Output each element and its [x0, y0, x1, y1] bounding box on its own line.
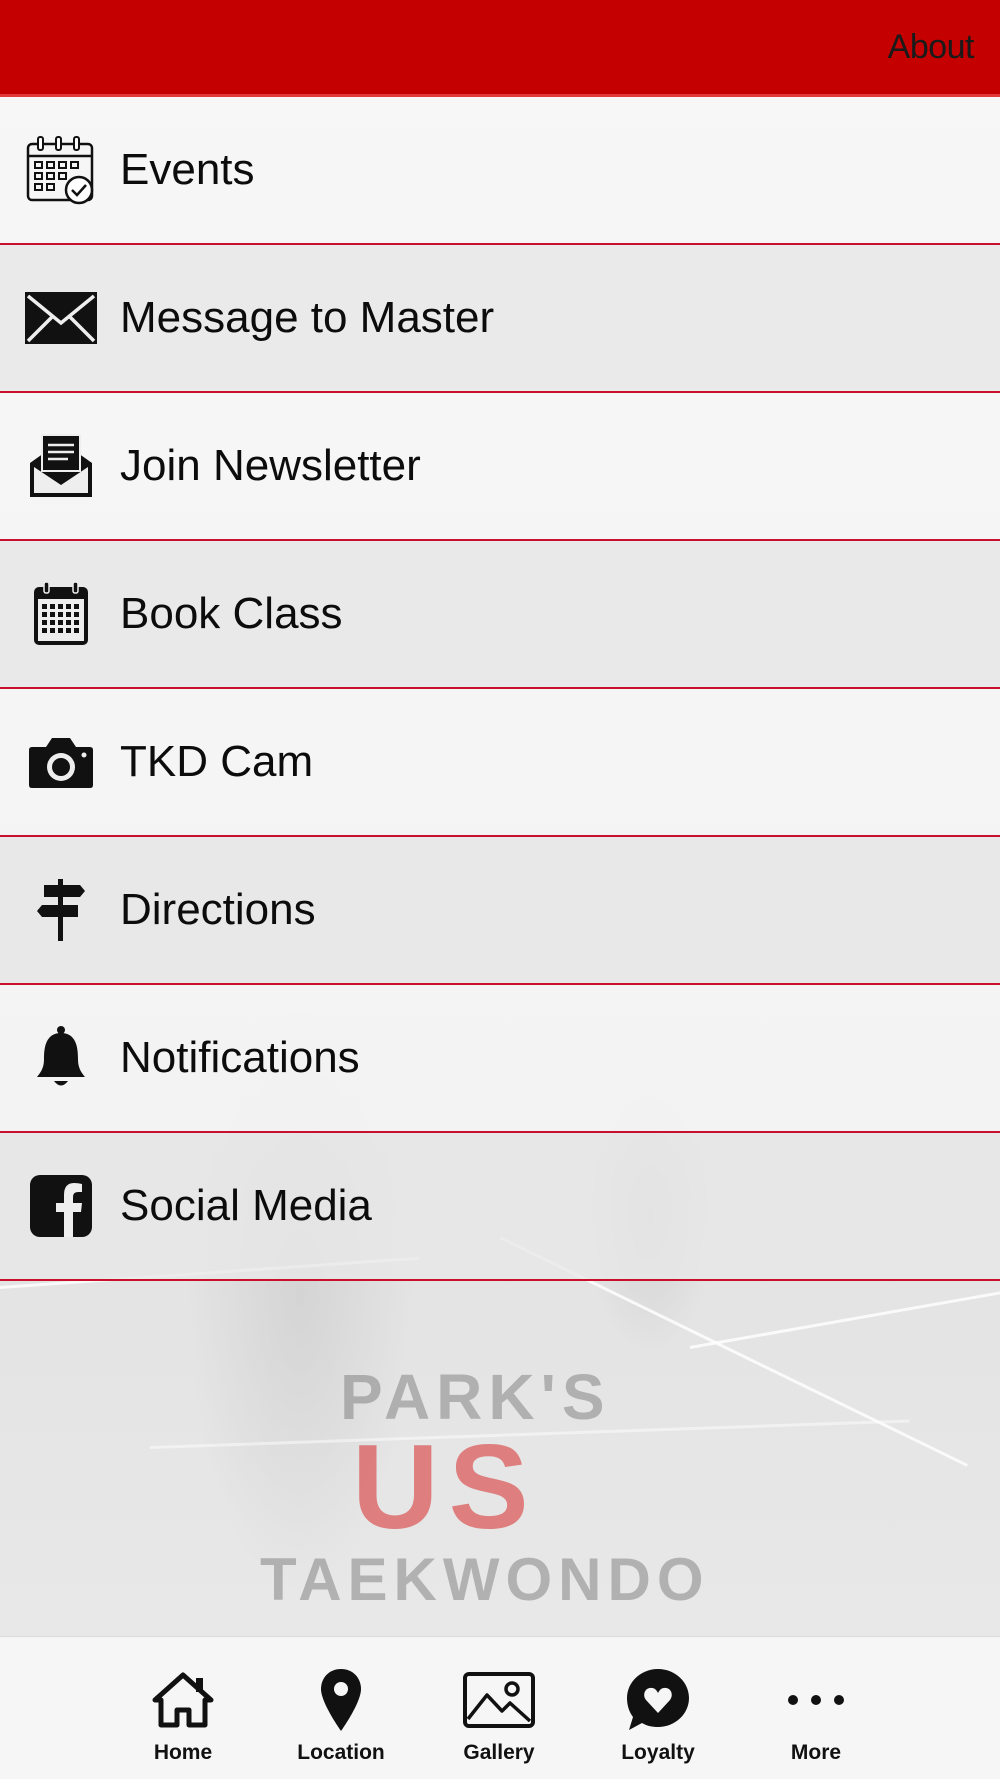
menu-item-directions[interactable]: Directions: [0, 837, 1000, 985]
top-bar: About: [0, 0, 1000, 97]
tab-loyalty[interactable]: Loyalty: [588, 1667, 728, 1765]
menu-item-notifications[interactable]: Notifications: [0, 985, 1000, 1133]
bottom-tab-bar: Home Location Gallery Loyalty More: [0, 1636, 1000, 1779]
tab-location[interactable]: Location: [271, 1667, 411, 1765]
tab-label: Loyalty: [621, 1741, 695, 1764]
tab-home[interactable]: Home: [113, 1667, 253, 1765]
signpost-icon: [24, 873, 98, 947]
tab-gallery[interactable]: Gallery: [429, 1667, 569, 1765]
menu-item-label: TKD Cam: [120, 737, 314, 786]
bell-icon: [24, 1021, 98, 1095]
floor-line: [689, 1290, 1000, 1349]
menu-item-book-class[interactable]: Book Class: [0, 541, 1000, 689]
menu-item-label: Book Class: [120, 589, 343, 638]
calendar-check-icon: [24, 133, 98, 207]
tab-label: Location: [297, 1741, 385, 1764]
heart-bubble-icon: [588, 1667, 728, 1733]
tab-more[interactable]: More: [746, 1667, 886, 1765]
menu-item-join-newsletter[interactable]: Join Newsletter: [0, 393, 1000, 541]
menu-item-message-to-master[interactable]: Message to Master: [0, 245, 1000, 393]
location-pin-icon: [271, 1667, 411, 1733]
parks-us-taekwondo-logo: PARK'S US TAEKWONDO: [260, 1360, 750, 1613]
newsletter-icon: [24, 429, 98, 503]
home-icon: [113, 1667, 253, 1733]
logo-text-bottom: TAEKWONDO: [260, 1546, 710, 1613]
menu-item-label: Notifications: [120, 1033, 360, 1082]
camera-icon: [24, 725, 98, 799]
tab-label: Home: [153, 1741, 213, 1764]
menu-item-label: Directions: [120, 885, 316, 934]
tab-label: Gallery: [463, 1741, 535, 1764]
menu-item-label: Join Newsletter: [120, 441, 421, 490]
menu-item-social-media[interactable]: Social Media: [0, 1133, 1000, 1281]
about-button[interactable]: About: [888, 28, 975, 67]
more-dots-icon: [746, 1667, 886, 1733]
logo-text-middle: US: [352, 1420, 539, 1554]
menu-item-label: Events: [120, 145, 255, 194]
menu-item-events[interactable]: Events: [0, 97, 1000, 245]
tab-label: More: [790, 1741, 842, 1764]
menu-item-label: Message to Master: [120, 293, 495, 342]
facebook-icon: [24, 1169, 98, 1243]
menu-item-tkd-cam[interactable]: TKD Cam: [0, 689, 1000, 837]
menu-item-label: Social Media: [120, 1181, 372, 1230]
main-menu: Events Message to Master Join Newsletter: [0, 97, 1000, 1281]
calendar-icon: [24, 577, 98, 651]
envelope-icon: [24, 281, 98, 355]
gallery-icon: [429, 1667, 569, 1733]
